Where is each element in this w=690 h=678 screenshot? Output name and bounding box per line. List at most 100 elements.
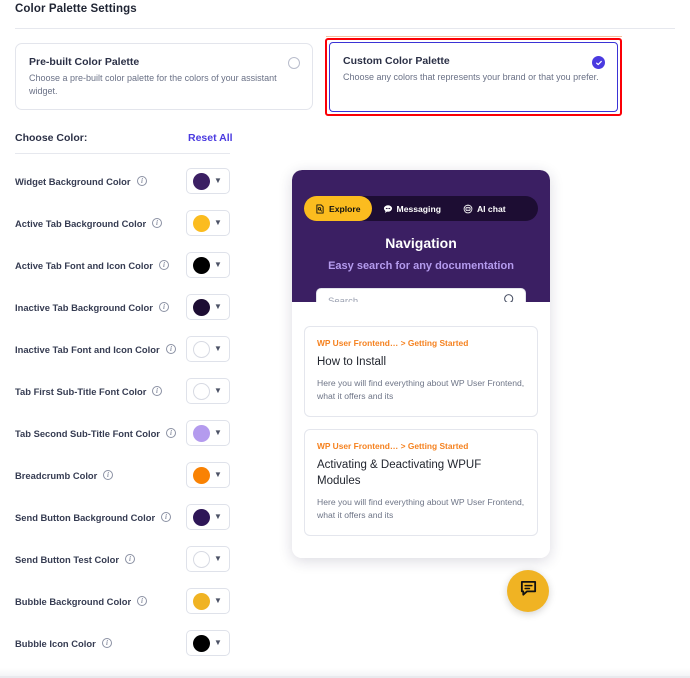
color-swatch: [193, 172, 210, 190]
color-swatch-picker[interactable]: ▼: [186, 252, 230, 278]
widget-tab-ai-chat[interactable]: AI chat: [452, 196, 517, 221]
color-row: Widget Background Color i ▼: [0, 160, 240, 202]
chevron-down-icon[interactable]: ▼: [214, 345, 222, 353]
color-row: Active Tab Background Color i ▼: [0, 202, 240, 244]
color-row-label: Breadcrumb Color: [15, 469, 98, 481]
color-swatch-picker[interactable]: ▼: [186, 168, 230, 194]
doc-breadcrumb: WP User Frontend… > Getting Started: [317, 338, 469, 348]
doc-excerpt: Here you will find everything about WP U…: [317, 497, 525, 520]
color-swatch: [193, 466, 210, 484]
color-row: Inactive Tab Font and Icon Color i ▼: [0, 328, 240, 370]
page-title: Color Palette Settings: [15, 3, 137, 15]
info-icon[interactable]: i: [152, 386, 162, 396]
widget-tab-label: Explore: [329, 203, 361, 214]
prebuilt-color-palette-card[interactable]: Pre-built Color Palette Choose a pre-bui…: [15, 43, 313, 110]
chevron-down-icon[interactable]: ▼: [214, 555, 222, 563]
radio-unchecked-icon[interactable]: [288, 57, 300, 69]
chevron-down-icon[interactable]: ▼: [214, 429, 222, 437]
chat-dots-icon: [383, 204, 393, 214]
custom-color-palette-card[interactable]: Custom Color Palette Choose any colors t…: [329, 42, 618, 112]
color-row-label: Inactive Tab Font and Icon Color: [15, 343, 160, 355]
widget-tab-explore[interactable]: Explore: [304, 196, 372, 221]
widget-heading: Navigation: [385, 235, 457, 251]
widget-preview-header: Explore Messaging AI chat Navigation Easy …: [292, 170, 550, 315]
color-swatch-picker[interactable]: ▼: [186, 462, 230, 488]
info-icon[interactable]: i: [166, 344, 176, 354]
color-swatch-picker[interactable]: ▼: [186, 294, 230, 320]
color-swatch-picker[interactable]: ▼: [186, 546, 230, 572]
color-picker-list: Widget Background Color i ▼ Active Tab Back…: [0, 160, 240, 664]
chevron-down-icon[interactable]: ▼: [214, 597, 222, 605]
chevron-down-icon[interactable]: ▼: [214, 639, 222, 647]
widget-tab-label: AI chat: [476, 203, 506, 214]
color-swatch-picker[interactable]: ▼: [186, 630, 230, 656]
widget-tab-messaging[interactable]: Messaging: [372, 196, 452, 221]
color-swatch-picker[interactable]: ▼: [186, 504, 230, 530]
doc-title: Activating & Deactivating WPUF Modules: [317, 459, 482, 487]
header-divider: [15, 28, 675, 29]
widget-tab-bar: Explore Messaging AI chat: [304, 196, 538, 221]
color-palette-settings-page: Color Palette Settings Pre-built Color P…: [0, 0, 690, 678]
color-swatch: [193, 550, 210, 568]
color-swatch: [193, 592, 210, 610]
color-swatch: [193, 340, 210, 358]
color-swatch-picker[interactable]: ▼: [186, 588, 230, 614]
doc-title: How to Install: [317, 356, 387, 368]
info-icon[interactable]: i: [159, 260, 169, 270]
color-swatch-picker[interactable]: ▼: [186, 378, 230, 404]
color-swatch: [193, 508, 210, 526]
info-icon[interactable]: i: [159, 302, 169, 312]
doc-breadcrumb: WP User Frontend… > Getting Started: [317, 441, 469, 451]
custom-card-description: Choose any colors that represents your b…: [343, 72, 599, 82]
reset-all-button[interactable]: Reset All: [188, 132, 233, 144]
color-swatch-picker[interactable]: ▼: [186, 210, 230, 236]
widget-tab-label: Messaging: [396, 203, 441, 214]
color-row-label: Send Button Background Color: [15, 511, 156, 523]
doc-excerpt: Here you will find everything about WP U…: [317, 378, 525, 401]
color-row-label: Bubble Icon Color: [15, 637, 96, 649]
color-swatch-picker[interactable]: ▼: [186, 420, 230, 446]
color-row: Active Tab Font and Icon Color i ▼: [0, 244, 240, 286]
color-swatch: [193, 382, 210, 400]
color-swatch: [193, 214, 210, 232]
chevron-down-icon[interactable]: ▼: [214, 261, 222, 269]
chevron-down-icon[interactable]: ▼: [214, 387, 222, 395]
doc-card[interactable]: WP User Frontend… > Getting Started Activ…: [304, 429, 538, 536]
color-row-label: Tab First Sub-Title Font Color: [15, 385, 147, 397]
color-row-label: Tab Second Sub-Title Font Color: [15, 427, 160, 439]
radio-checked-icon[interactable]: [592, 56, 605, 69]
color-swatch: [193, 256, 210, 274]
orange-hairline-decoration: [326, 36, 622, 37]
doc-card[interactable]: WP User Frontend… > Getting Started How t…: [304, 326, 538, 417]
prebuilt-card-description: Choose a pre-built color palette for the…: [29, 73, 277, 96]
info-icon[interactable]: i: [103, 470, 113, 480]
color-row-label: Widget Background Color: [15, 175, 131, 187]
color-row-label: Inactive Tab Background Color: [15, 301, 153, 313]
chevron-down-icon[interactable]: ▼: [214, 303, 222, 311]
choose-color-label: Choose Color:: [15, 132, 88, 144]
info-icon[interactable]: i: [137, 596, 147, 606]
color-swatch: [193, 298, 210, 316]
chat-bubble-button[interactable]: [507, 570, 549, 612]
chevron-down-icon[interactable]: ▼: [214, 177, 222, 185]
widget-doc-list: WP User Frontend… > Getting Started How t…: [292, 302, 550, 558]
color-row-label: Send Button Test Color: [15, 553, 119, 565]
color-swatch-picker[interactable]: ▼: [186, 336, 230, 362]
color-row-label: Active Tab Background Color: [15, 217, 147, 229]
info-icon[interactable]: i: [125, 554, 135, 564]
info-icon[interactable]: i: [152, 218, 162, 228]
chevron-down-icon[interactable]: ▼: [214, 471, 222, 479]
color-row: Tab Second Sub-Title Font Color i ▼: [0, 412, 240, 454]
color-row: Tab First Sub-Title Font Color i ▼: [0, 370, 240, 412]
choose-color-divider: [15, 153, 230, 154]
info-icon[interactable]: i: [137, 176, 147, 186]
info-icon[interactable]: i: [161, 512, 171, 522]
chevron-down-icon[interactable]: ▼: [214, 219, 222, 227]
info-icon[interactable]: i: [102, 638, 112, 648]
widget-preview: Explore Messaging AI chat Navigation Easy …: [292, 170, 550, 558]
chevron-down-icon[interactable]: ▼: [214, 513, 222, 521]
color-swatch: [193, 634, 210, 652]
prebuilt-card-title: Pre-built Color Palette: [29, 56, 140, 68]
widget-subheading: Easy search for any documentation: [328, 260, 514, 272]
info-icon[interactable]: i: [166, 428, 176, 438]
